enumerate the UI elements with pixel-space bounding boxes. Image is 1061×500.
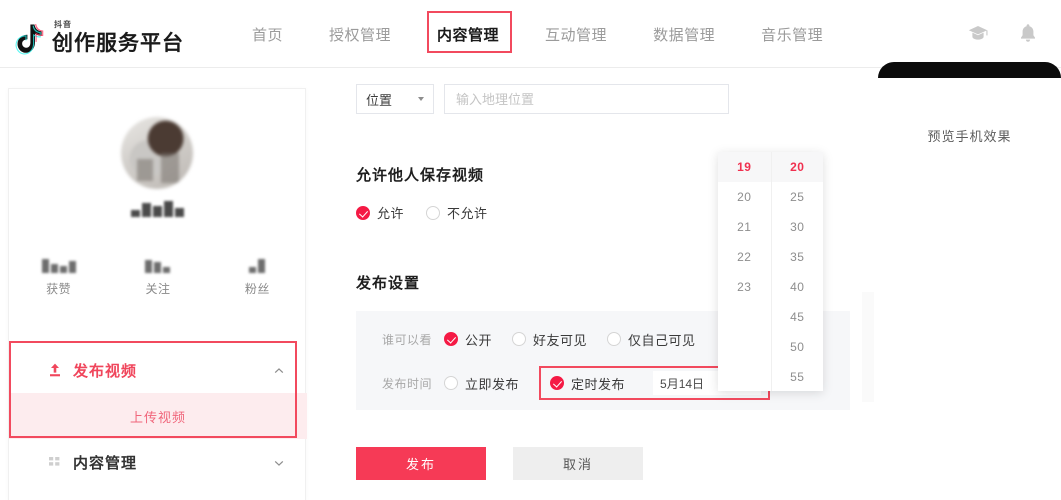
sidebar-item-publish-label: 发布视频 <box>73 362 138 380</box>
time-picker-hours-column[interactable]: 19 20 21 22 23 <box>718 152 771 391</box>
nav-item-data[interactable]: 数据管理 <box>653 18 715 51</box>
top-right-icons <box>967 22 1039 44</box>
time-option-minute[interactable]: 40 <box>772 272 824 302</box>
radio-checked-icon <box>444 332 458 346</box>
time-option-hour[interactable]: 21 <box>718 212 771 242</box>
radio-allow-save-yes[interactable]: 允许 <box>356 203 404 222</box>
visibility-label: 谁可以看 <box>382 332 433 347</box>
grid-icon <box>47 454 63 470</box>
left-sidebar: 获赞 关注 粉丝 发布视频 上传视频 内容管理 <box>8 88 307 500</box>
upload-icon <box>47 362 63 378</box>
sidebar-item-content-label: 内容管理 <box>73 454 138 472</box>
nav-item-home[interactable]: 首页 <box>252 18 283 51</box>
stat-fans-label: 粉丝 <box>244 282 270 296</box>
radio-unchecked-icon <box>426 205 441 220</box>
stat-likes-label: 获赞 <box>46 282 72 296</box>
phone-preview-panel: 预览手机效果 <box>878 62 1061 500</box>
radio-unchecked-icon <box>444 376 458 390</box>
stat-following-label: 关注 <box>145 282 171 296</box>
radio-publish-now-label: 立即发布 <box>465 376 520 392</box>
sidebar-item-publish-video[interactable]: 发布视频 <box>9 347 307 393</box>
radio-allow-save-no-label: 不允许 <box>447 206 488 221</box>
chevron-up-icon[interactable] <box>273 364 285 376</box>
radio-visibility-friends-label: 好友可见 <box>533 332 588 348</box>
radio-unchecked-icon <box>512 332 527 346</box>
nav-item-content[interactable]: 内容管理 <box>437 18 499 51</box>
chevron-down-icon[interactable] <box>273 456 285 468</box>
time-option-minute[interactable]: 25 <box>772 182 824 212</box>
radio-allow-save-no[interactable]: 不允许 <box>426 203 488 222</box>
radio-visibility-public[interactable]: 公开 <box>444 330 492 349</box>
radio-checked-icon <box>356 205 370 220</box>
time-option-minute[interactable]: 20 <box>771 152 823 182</box>
brand-title: 创作服务平台 <box>52 32 184 55</box>
stat-fans-value <box>208 257 307 273</box>
time-option-minute[interactable]: 55 <box>772 362 824 392</box>
panel-edge-strip <box>862 292 874 402</box>
time-option-minute[interactable]: 45 <box>772 302 824 332</box>
radio-visibility-private[interactable]: 仅自己可见 <box>607 330 696 349</box>
chevron-down-icon <box>418 97 424 101</box>
time-option-minute[interactable]: 35 <box>772 242 824 272</box>
nav-item-authorization[interactable]: 授权管理 <box>329 18 391 51</box>
radio-publish-now[interactable]: 立即发布 <box>444 374 519 393</box>
form-footer-buttons: 发布 取消 <box>356 447 870 480</box>
radio-visibility-friends[interactable]: 好友可见 <box>512 330 587 349</box>
time-option-hour[interactable]: 19 <box>718 152 771 182</box>
radio-visibility-private-label: 仅自己可见 <box>628 332 696 348</box>
stat-following: 关注 <box>108 257 207 297</box>
nav-item-music[interactable]: 音乐管理 <box>761 18 823 51</box>
time-option-hour[interactable]: 22 <box>718 242 771 272</box>
profile-stats: 获赞 关注 粉丝 <box>9 257 307 297</box>
stat-fans: 粉丝 <box>208 257 307 297</box>
nav-links: 首页 授权管理 内容管理 互动管理 数据管理 音乐管理 <box>252 0 869 68</box>
phone-mockup-frame <box>878 62 1061 78</box>
time-option-hour[interactable]: 20 <box>718 182 771 212</box>
time-option-hour[interactable]: 23 <box>718 272 771 302</box>
cancel-button[interactable]: 取消 <box>513 447 643 480</box>
location-select[interactable]: 位置 <box>356 84 434 114</box>
stat-following-value <box>108 257 207 273</box>
nickname-redacted <box>112 197 202 217</box>
preview-caption: 预览手机效果 <box>927 129 1012 144</box>
sidebar-subitem-upload-video[interactable]: 上传视频 <box>9 393 307 439</box>
radio-unchecked-icon <box>607 332 622 346</box>
radio-visibility-public-label: 公开 <box>465 332 493 348</box>
top-navigation-bar: 抖音 创作服务平台 首页 授权管理 内容管理 互动管理 数据管理 音乐管理 <box>0 0 1061 68</box>
nav-item-interaction[interactable]: 互动管理 <box>545 18 607 51</box>
avatar[interactable] <box>121 117 193 189</box>
scheduled-date-value: 5月14日 <box>660 376 705 391</box>
bell-icon[interactable] <box>1017 22 1039 44</box>
location-row: 位置 <box>356 84 870 114</box>
publish-time-label: 发布时间 <box>382 376 433 391</box>
radio-publish-scheduled-label: 定时发布 <box>571 376 626 392</box>
brand-subtitle: 抖音 <box>54 20 72 29</box>
time-picker-minutes-column[interactable]: 20 25 30 35 40 45 50 55 <box>770 152 824 392</box>
radio-allow-save-yes-label: 允许 <box>377 206 405 221</box>
radio-checked-icon <box>550 376 565 390</box>
brand-logo[interactable]: 抖音 创作服务平台 <box>14 14 184 57</box>
stat-likes-value <box>9 257 108 273</box>
time-option-minute[interactable]: 50 <box>772 332 824 362</box>
time-picker-dropdown: 19 20 21 22 23 20 25 30 35 40 45 50 55 <box>718 152 823 391</box>
location-select-label: 位置 <box>366 92 393 108</box>
tiktok-note-icon <box>14 23 44 57</box>
radio-publish-scheduled[interactable]: 定时发布 <box>550 374 625 393</box>
sidebar-item-content-management[interactable]: 内容管理 <box>9 439 307 485</box>
sidebar-menu: 发布视频 上传视频 内容管理 <box>9 347 307 485</box>
stat-likes: 获赞 <box>9 257 108 297</box>
publish-button[interactable]: 发布 <box>356 447 486 480</box>
location-input[interactable] <box>444 84 729 114</box>
graduation-cap-icon[interactable] <box>967 22 989 44</box>
time-option-minute[interactable]: 30 <box>772 212 824 242</box>
